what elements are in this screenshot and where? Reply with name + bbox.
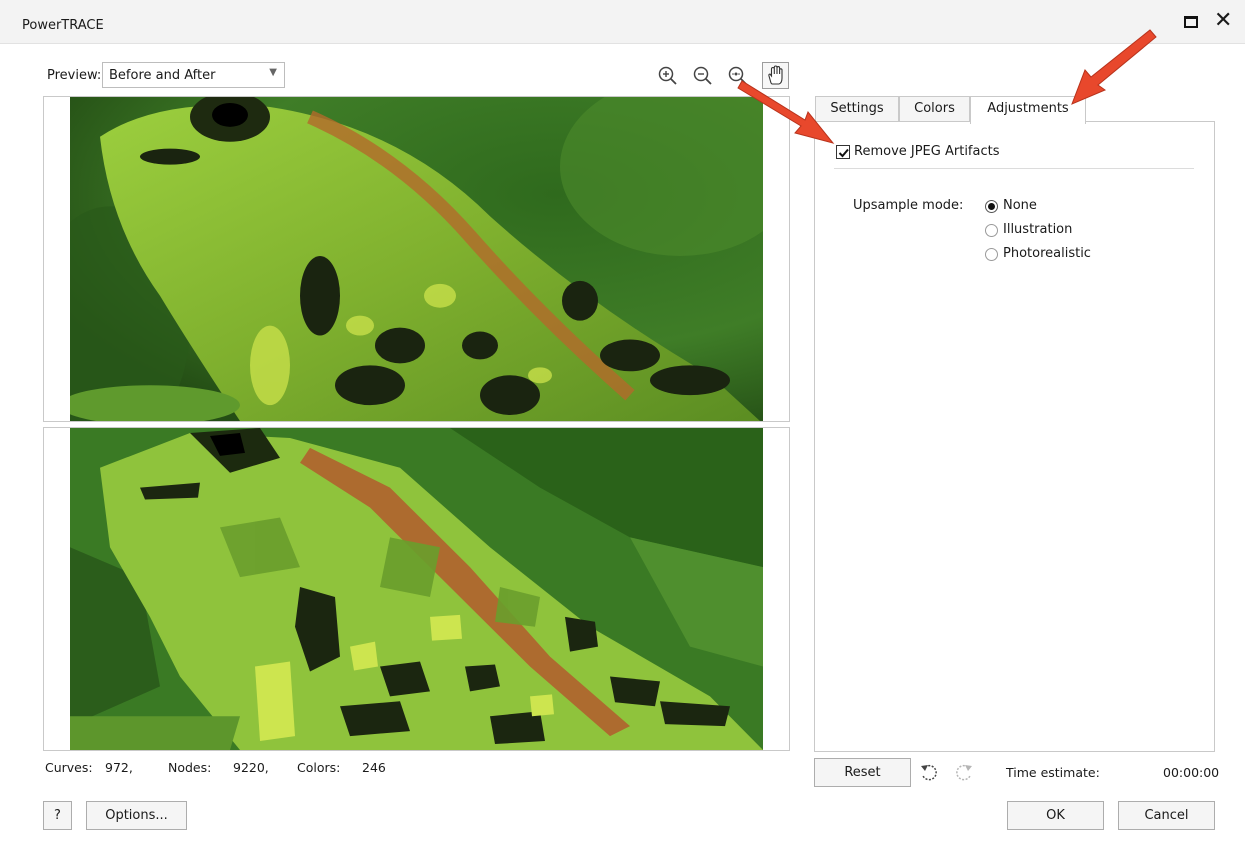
colors-value: 246 — [362, 760, 386, 775]
upsample-none-radio[interactable] — [985, 200, 998, 213]
curves-label: Curves: — [45, 760, 93, 775]
checkmark-icon — [838, 148, 849, 158]
divider — [834, 168, 1194, 169]
cancel-button[interactable]: Cancel — [1118, 801, 1215, 830]
tab-adjustments[interactable]: Adjustments — [970, 96, 1086, 124]
reset-button[interactable]: Reset — [814, 758, 911, 787]
undo-icon[interactable] — [918, 762, 940, 784]
frog-after-image — [70, 428, 763, 750]
chevron-down-icon: ▼ — [269, 67, 277, 78]
nodes-label: Nodes: — [168, 760, 212, 775]
upsample-none-label[interactable]: None — [1003, 198, 1037, 213]
preview-before-panel[interactable] — [43, 96, 790, 422]
frog-before-image — [70, 97, 763, 421]
time-estimate-label: Time estimate: — [1006, 765, 1100, 780]
hand-icon — [768, 65, 783, 85]
title-bar — [0, 0, 1245, 44]
options-button[interactable]: Options... — [86, 801, 187, 830]
colors-label: Colors: — [297, 760, 341, 775]
time-estimate-value: 00:00:00 — [1163, 765, 1220, 780]
upsample-photorealistic-label[interactable]: Photorealistic — [1003, 246, 1091, 261]
ok-button[interactable]: OK — [1007, 801, 1104, 830]
pan-tool-button[interactable] — [762, 62, 789, 89]
maximize-icon[interactable] — [1184, 16, 1198, 28]
tab-settings[interactable]: Settings — [815, 96, 899, 122]
remove-jpeg-artifacts-label[interactable]: Remove JPEG Artifacts — [854, 144, 1000, 159]
close-icon[interactable]: ✕ — [1214, 8, 1232, 34]
redo-icon[interactable] — [953, 762, 975, 784]
zoom-fit-icon[interactable] — [726, 64, 750, 88]
window-title: PowerTRACE — [22, 18, 104, 33]
nodes-value: 9220, — [233, 760, 269, 775]
upsample-photorealistic-radio[interactable] — [985, 248, 998, 261]
zoom-out-icon[interactable] — [691, 64, 715, 88]
zoom-in-icon[interactable] — [656, 64, 680, 88]
tab-colors[interactable]: Colors — [899, 96, 970, 122]
adjustments-tab-panel — [814, 121, 1215, 752]
remove-jpeg-artifacts-checkbox[interactable] — [836, 145, 850, 159]
upsample-mode-label: Upsample mode: — [853, 198, 964, 213]
preview-dropdown-value: Before and After — [109, 68, 216, 83]
upsample-illustration-label[interactable]: Illustration — [1003, 222, 1072, 237]
curves-value: 972, — [105, 760, 133, 775]
preview-label: Preview: — [47, 68, 102, 83]
preview-dropdown[interactable]: Before and After ▼ — [102, 62, 285, 88]
help-button[interactable]: ? — [43, 801, 72, 830]
preview-after-panel[interactable] — [43, 427, 790, 751]
upsample-illustration-radio[interactable] — [985, 224, 998, 237]
